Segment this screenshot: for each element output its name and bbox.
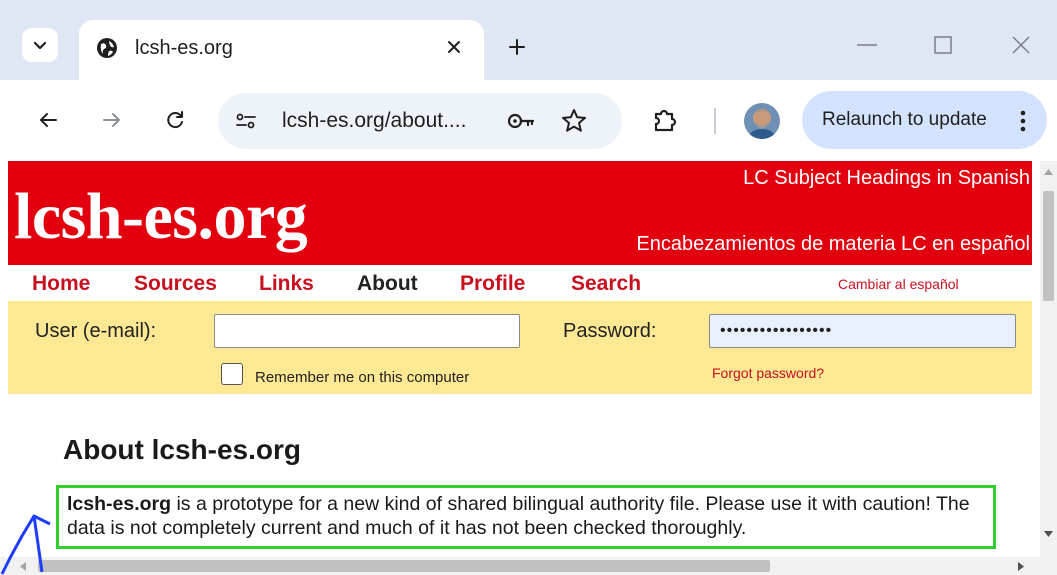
about-content: About lcsh-es.org lcsh-es.org is a proto… [8, 394, 1032, 557]
remember-me-label[interactable]: Remember me on this computer [255, 369, 469, 386]
address-url: lcsh-es.org/about.... [282, 109, 467, 132]
minimize-icon [857, 44, 877, 46]
tab-title: lcsh-es.org [135, 37, 233, 59]
nav-sources-link[interactable]: Sources [134, 272, 217, 296]
scroll-left-arrow-icon[interactable] [20, 562, 26, 571]
toolbar-divider [714, 108, 716, 134]
site-logo[interactable]: lcsh-es.org [14, 177, 308, 257]
tune-icon [236, 113, 256, 129]
address-bar[interactable]: lcsh-es.org/about.... [218, 93, 622, 149]
chevron-down-icon [33, 41, 47, 50]
intro-paragraph: lcsh-es.org is a prototype for a new kin… [56, 485, 996, 549]
login-bar: User (e-mail): Password: Remember me on … [8, 301, 1032, 394]
scroll-up-arrow-icon[interactable] [1044, 169, 1053, 175]
star-icon[interactable] [560, 107, 588, 135]
browser-chrome: lcsh-es.org lcsh-es.org/about.... Relaun… [0, 0, 1057, 161]
nav-search-link[interactable]: Search [571, 272, 641, 296]
maximize-icon [934, 36, 952, 54]
scroll-right-arrow-icon[interactable] [1018, 562, 1024, 571]
vertical-scrollbar[interactable] [1040, 161, 1057, 557]
password-label: Password: [563, 320, 657, 342]
scroll-down-arrow-icon[interactable] [1044, 531, 1053, 537]
tab-search-button[interactable] [22, 28, 58, 62]
nav-links-link[interactable]: Links [259, 272, 314, 296]
relaunch-to-update-button[interactable]: Relaunch to update [802, 91, 1047, 149]
intro-site-name: lcsh-es.org [67, 493, 172, 515]
forward-button[interactable] [94, 102, 130, 138]
reload-button[interactable] [157, 102, 193, 138]
site-info-button[interactable] [230, 105, 262, 137]
language-switch-link[interactable]: Cambiar al español [838, 276, 959, 292]
intro-text: is a prototype for a new kind of shared … [67, 493, 970, 539]
browser-toolbar: lcsh-es.org/about.... Relaunch to update [0, 80, 1057, 161]
window-minimize-button[interactable] [850, 30, 884, 60]
window-maximize-button[interactable] [926, 30, 960, 60]
tagline-english: LC Subject Headings in Spanish [743, 167, 1030, 189]
more-vert-icon [1020, 110, 1026, 132]
relaunch-label: Relaunch to update [822, 109, 987, 130]
site-nav: Home Sources Links About Profile Search … [8, 265, 1032, 301]
page-viewport: lcsh-es.org LC Subject Headings in Spani… [0, 161, 1040, 557]
user-email-input[interactable] [214, 314, 520, 348]
profile-avatar[interactable] [744, 103, 780, 139]
remember-me-checkbox[interactable] [221, 363, 243, 385]
nav-about-current: About [357, 272, 418, 295]
horizontal-scrollbar[interactable] [0, 557, 1057, 575]
browser-tab-active[interactable]: lcsh-es.org [79, 20, 484, 84]
window-close-button[interactable] [1004, 30, 1038, 60]
new-tab-button[interactable] [500, 30, 534, 64]
tab-close-button[interactable] [441, 34, 467, 60]
key-icon[interactable] [506, 109, 536, 133]
close-icon [448, 41, 460, 53]
user-email-label: User (e-mail): [35, 320, 157, 342]
horizontal-scroll-thumb[interactable] [38, 560, 770, 572]
nav-profile-link[interactable]: Profile [460, 272, 525, 296]
puzzle-icon[interactable] [650, 105, 680, 135]
forgot-password-link[interactable]: Forgot password? [712, 365, 824, 381]
reload-icon [167, 111, 183, 129]
password-input[interactable] [709, 314, 1016, 348]
vertical-scroll-thumb[interactable] [1043, 191, 1054, 301]
avatar-icon [744, 103, 780, 139]
close-icon [1012, 36, 1030, 54]
tab-strip: lcsh-es.org [0, 0, 1057, 84]
plus-icon [509, 39, 525, 55]
tagline-spanish: Encabezamientos de materia LC en español [636, 233, 1030, 255]
arrow-right-icon [103, 113, 120, 127]
back-button[interactable] [30, 102, 66, 138]
arrow-left-icon [40, 113, 57, 127]
globe-icon [97, 38, 117, 58]
nav-home-link[interactable]: Home [32, 272, 90, 296]
site-banner: lcsh-es.org LC Subject Headings in Spani… [8, 161, 1032, 265]
page-title: About lcsh-es.org [63, 434, 302, 465]
